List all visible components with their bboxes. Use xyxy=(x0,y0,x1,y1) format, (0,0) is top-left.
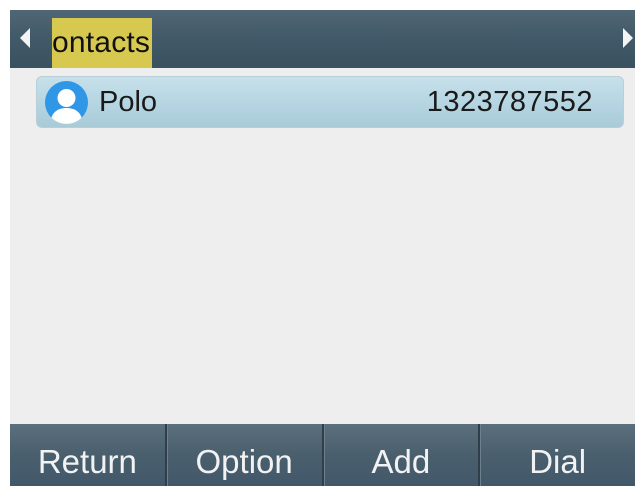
softkey-bar: Return Option Add Dial xyxy=(10,424,635,486)
arrow-left-icon[interactable] xyxy=(20,28,30,48)
person-avatar-icon xyxy=(45,81,88,124)
option-button[interactable]: Option xyxy=(164,424,322,486)
page-title: ontacts xyxy=(52,18,153,68)
return-button[interactable]: Return xyxy=(10,424,165,486)
arrow-right-icon[interactable] xyxy=(623,28,633,48)
contact-list: Polo 1323787552 xyxy=(10,68,635,423)
contact-name: Polo xyxy=(99,86,158,118)
title-bar: ontacts xyxy=(10,10,635,68)
contact-row[interactable]: Polo 1323787552 xyxy=(36,76,624,128)
contact-number: 1323787552 xyxy=(426,86,593,118)
add-button[interactable]: Add xyxy=(321,424,479,486)
dial-button[interactable]: Dial xyxy=(478,424,635,486)
phone-screen: ontacts Polo 1323787552 Return Option Ad… xyxy=(10,10,635,486)
